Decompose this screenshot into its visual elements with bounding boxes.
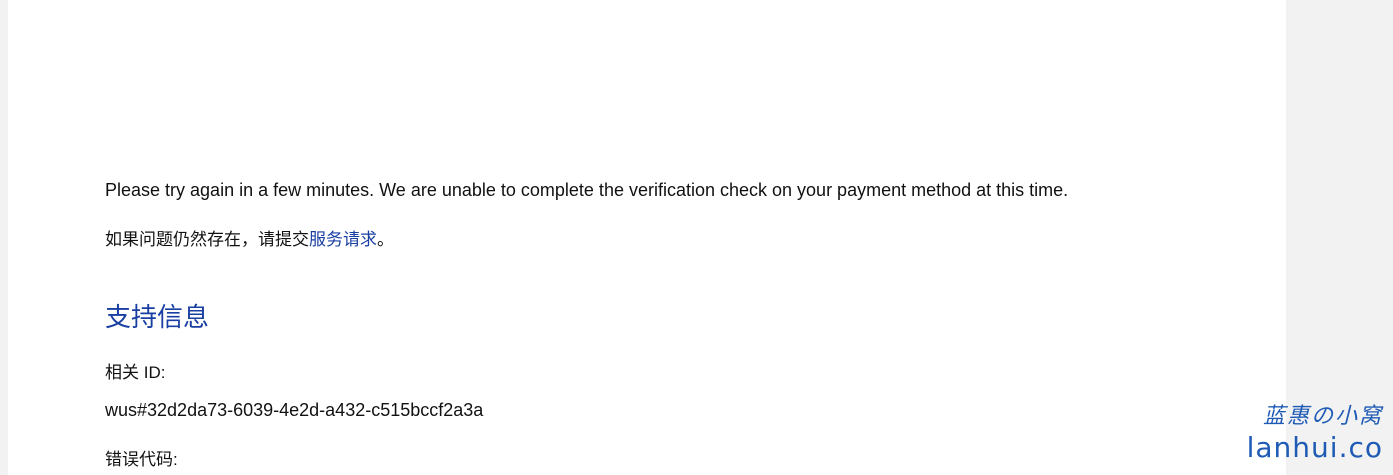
watermark: 蓝惠の小窝 lanhui.co	[1247, 402, 1383, 464]
help-suffix: 。	[377, 230, 394, 249]
support-info-title: 支持信息	[105, 302, 210, 332]
error-code-label: 错误代码:	[105, 450, 178, 469]
help-prefix: 如果问题仍然存在，请提交	[105, 230, 309, 249]
correlation-id-value: wus#32d2da73-6039-4e2d-a432-c515bccf2a3a	[105, 400, 484, 420]
content-panel: Please try again in a few minutes. We ar…	[8, 0, 1286, 475]
page: Please try again in a few minutes. We ar…	[0, 0, 1393, 475]
watermark-en: lanhui.co	[1246, 431, 1383, 464]
service-request-link[interactable]: 服务请求	[309, 230, 377, 249]
watermark-cn: 蓝惠の小窝	[1262, 404, 1383, 429]
error-message: Please try again in a few minutes. We ar…	[105, 180, 1069, 200]
correlation-id-label: 相关 ID:	[105, 363, 166, 382]
help-line: 如果问题仍然存在，请提交服务请求。	[105, 228, 394, 252]
